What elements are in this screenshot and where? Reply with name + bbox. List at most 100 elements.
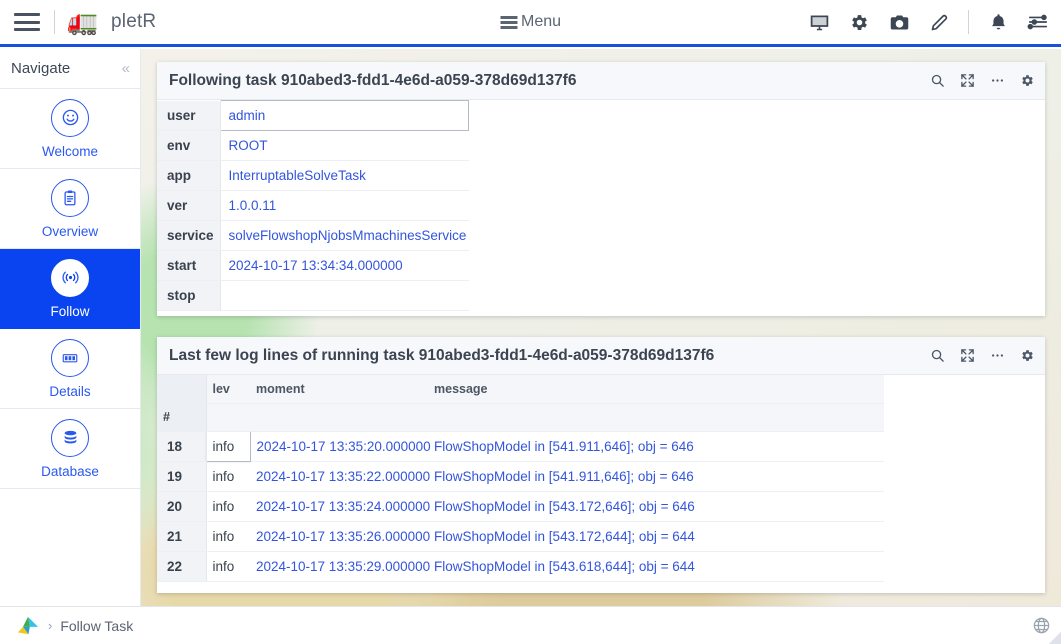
property-value[interactable]: 2024-10-17 13:34:34.000000	[220, 250, 469, 281]
divider	[968, 10, 969, 34]
log-lines-table: lev moment message # 18 info 2024-10-17 …	[157, 375, 884, 582]
panel-title: Following task 910abed3-fdd1-4e6d-a059-3…	[169, 71, 577, 89]
camera-icon[interactable]	[888, 11, 910, 33]
table-row[interactable]: 19 info 2024-10-17 13:35:22.000000 FlowS…	[157, 461, 884, 492]
log-moment[interactable]: 2024-10-17 13:35:24.000000	[250, 491, 430, 522]
table-row[interactable]: 18 info 2024-10-17 13:35:20.000000 FlowS…	[157, 430, 884, 462]
smiley-face-icon	[51, 98, 89, 137]
table-row[interactable]: stop	[157, 280, 469, 311]
panel-header: Last few log lines of running task 910ab…	[157, 337, 1045, 375]
log-level[interactable]: info	[206, 461, 250, 492]
table-row[interactable]: start 2024-10-17 13:34:34.000000	[157, 250, 469, 281]
panel-header: Following task 910abed3-fdd1-4e6d-a059-3…	[157, 62, 1045, 100]
bell-icon[interactable]	[987, 11, 1009, 33]
application-window: 🚛 pletR Menu Navigate « Welcome Overview…	[0, 0, 1061, 644]
sidebar-item-welcome[interactable]: Welcome	[0, 89, 140, 169]
gear-icon[interactable]	[848, 11, 870, 33]
log-level[interactable]: info	[205, 430, 251, 462]
panel-action-group	[929, 73, 1035, 89]
row-number: 22	[157, 551, 207, 582]
log-moment[interactable]: 2024-10-17 13:35:20.000000	[250, 431, 431, 462]
broadcast-signal-icon	[51, 258, 89, 297]
menu-button[interactable]: Menu	[499, 13, 562, 31]
filter-cell-lev[interactable]	[206, 403, 250, 432]
table-row[interactable]: env ROOT	[157, 130, 469, 161]
column-header-message[interactable]: message	[428, 375, 884, 404]
table-row[interactable]: ver 1.0.0.11	[157, 190, 469, 221]
log-message[interactable]: FlowShopModel in [543.172,646]; obj = 64…	[428, 491, 884, 522]
sidebar-item-details[interactable]: Details	[0, 329, 140, 409]
breadcrumb-chevron-icon: ›	[48, 618, 53, 633]
gear-icon[interactable]	[1019, 348, 1035, 364]
sidebar-item-label: Database	[41, 463, 99, 479]
column-header-spacer	[157, 375, 207, 404]
sidebar-item-label: Follow	[50, 303, 90, 319]
expand-icon[interactable]	[959, 73, 975, 89]
gear-icon[interactable]	[1019, 73, 1035, 89]
log-level[interactable]: info	[206, 521, 250, 552]
sidebar-header: Navigate «	[0, 49, 140, 89]
status-bar: › Follow Task	[0, 606, 1061, 644]
hamburger-menu-icon[interactable]	[14, 13, 40, 31]
sidebar-item-database[interactable]: Database	[0, 409, 140, 489]
expand-icon[interactable]	[959, 348, 975, 364]
column-header-lev[interactable]: lev	[206, 375, 250, 404]
filter-cell-message[interactable]	[428, 403, 884, 432]
clipboard-icon	[51, 178, 89, 217]
resize-corner-handle[interactable]	[1049, 632, 1061, 644]
property-key: env	[157, 130, 221, 161]
table-row[interactable]: user admin	[157, 100, 469, 131]
monitor-icon[interactable]	[808, 11, 830, 33]
sliders-icon[interactable]	[1027, 11, 1049, 33]
ellipsis-icon[interactable]	[989, 348, 1005, 364]
globe-icon[interactable]	[1031, 616, 1051, 636]
row-number: 20	[157, 491, 207, 522]
property-value[interactable]	[220, 280, 469, 311]
ellipsis-icon[interactable]	[989, 73, 1005, 89]
table-row[interactable]: 20 info 2024-10-17 13:35:24.000000 FlowS…	[157, 491, 884, 522]
log-message[interactable]: FlowShopModel in [543.618,644]; obj = 64…	[428, 551, 884, 582]
column-header-moment[interactable]: moment	[250, 375, 428, 404]
log-moment[interactable]: 2024-10-17 13:35:22.000000	[250, 461, 430, 492]
property-value[interactable]: InterruptableSolveTask	[220, 160, 469, 191]
log-message[interactable]: FlowShopModel in [543.172,644]; obj = 64…	[428, 521, 884, 552]
table-row[interactable]: service solveFlowshopNjobsMmachinesServi…	[157, 220, 469, 251]
table-row[interactable]: 22 info 2024-10-17 13:35:29.000000 FlowS…	[157, 551, 884, 582]
property-key: stop	[157, 280, 221, 311]
breadcrumb: Follow Task	[60, 617, 134, 634]
property-value[interactable]: solveFlowshopNjobsMmachinesService	[220, 220, 469, 251]
top-bar-icon-group	[808, 10, 1049, 34]
property-key: ver	[157, 190, 221, 221]
search-icon[interactable]	[929, 73, 945, 89]
log-moment[interactable]: 2024-10-17 13:35:29.000000	[250, 551, 430, 582]
filter-cell-moment[interactable]	[250, 403, 428, 432]
table-row[interactable]: app InterruptableSolveTask	[157, 160, 469, 191]
property-value[interactable]: admin	[219, 100, 469, 131]
sidebar-collapse-icon[interactable]: «	[122, 60, 130, 77]
pencil-icon[interactable]	[928, 11, 950, 33]
status-bar-right	[1031, 616, 1051, 636]
search-icon[interactable]	[929, 348, 945, 364]
panel-body: lev moment message # 18 info 2024-10-17 …	[157, 375, 1045, 593]
log-level[interactable]: info	[206, 491, 250, 522]
property-value[interactable]: ROOT	[220, 130, 469, 161]
property-value[interactable]: 1.0.0.11	[220, 190, 469, 221]
panel-action-group	[929, 348, 1035, 364]
brand-title: pletR	[111, 11, 157, 32]
forklift-logo-icon: 🚛	[67, 7, 99, 36]
top-app-bar: 🚛 pletR Menu	[0, 0, 1061, 47]
menu-bars-icon	[499, 15, 517, 29]
divider	[54, 10, 55, 34]
property-key: app	[157, 160, 221, 191]
table-row[interactable]: 21 info 2024-10-17 13:35:26.000000 FlowS…	[157, 521, 884, 552]
sidebar-item-follow[interactable]: Follow	[0, 249, 140, 329]
sidebar-item-overview[interactable]: Overview	[0, 169, 140, 249]
panel-title: Last few log lines of running task 910ab…	[169, 346, 715, 364]
log-message[interactable]: FlowShopModel in [541.911,646]; obj = 64…	[428, 461, 884, 492]
log-moment[interactable]: 2024-10-17 13:35:26.000000	[250, 521, 430, 552]
column-header-number[interactable]: #	[157, 403, 207, 432]
menu-button-label: Menu	[520, 13, 562, 30]
following-task-panel: Following task 910abed3-fdd1-4e6d-a059-3…	[157, 62, 1045, 316]
log-level[interactable]: info	[206, 551, 250, 582]
log-message[interactable]: FlowShopModel in [541.911,646]; obj = 64…	[428, 431, 884, 462]
